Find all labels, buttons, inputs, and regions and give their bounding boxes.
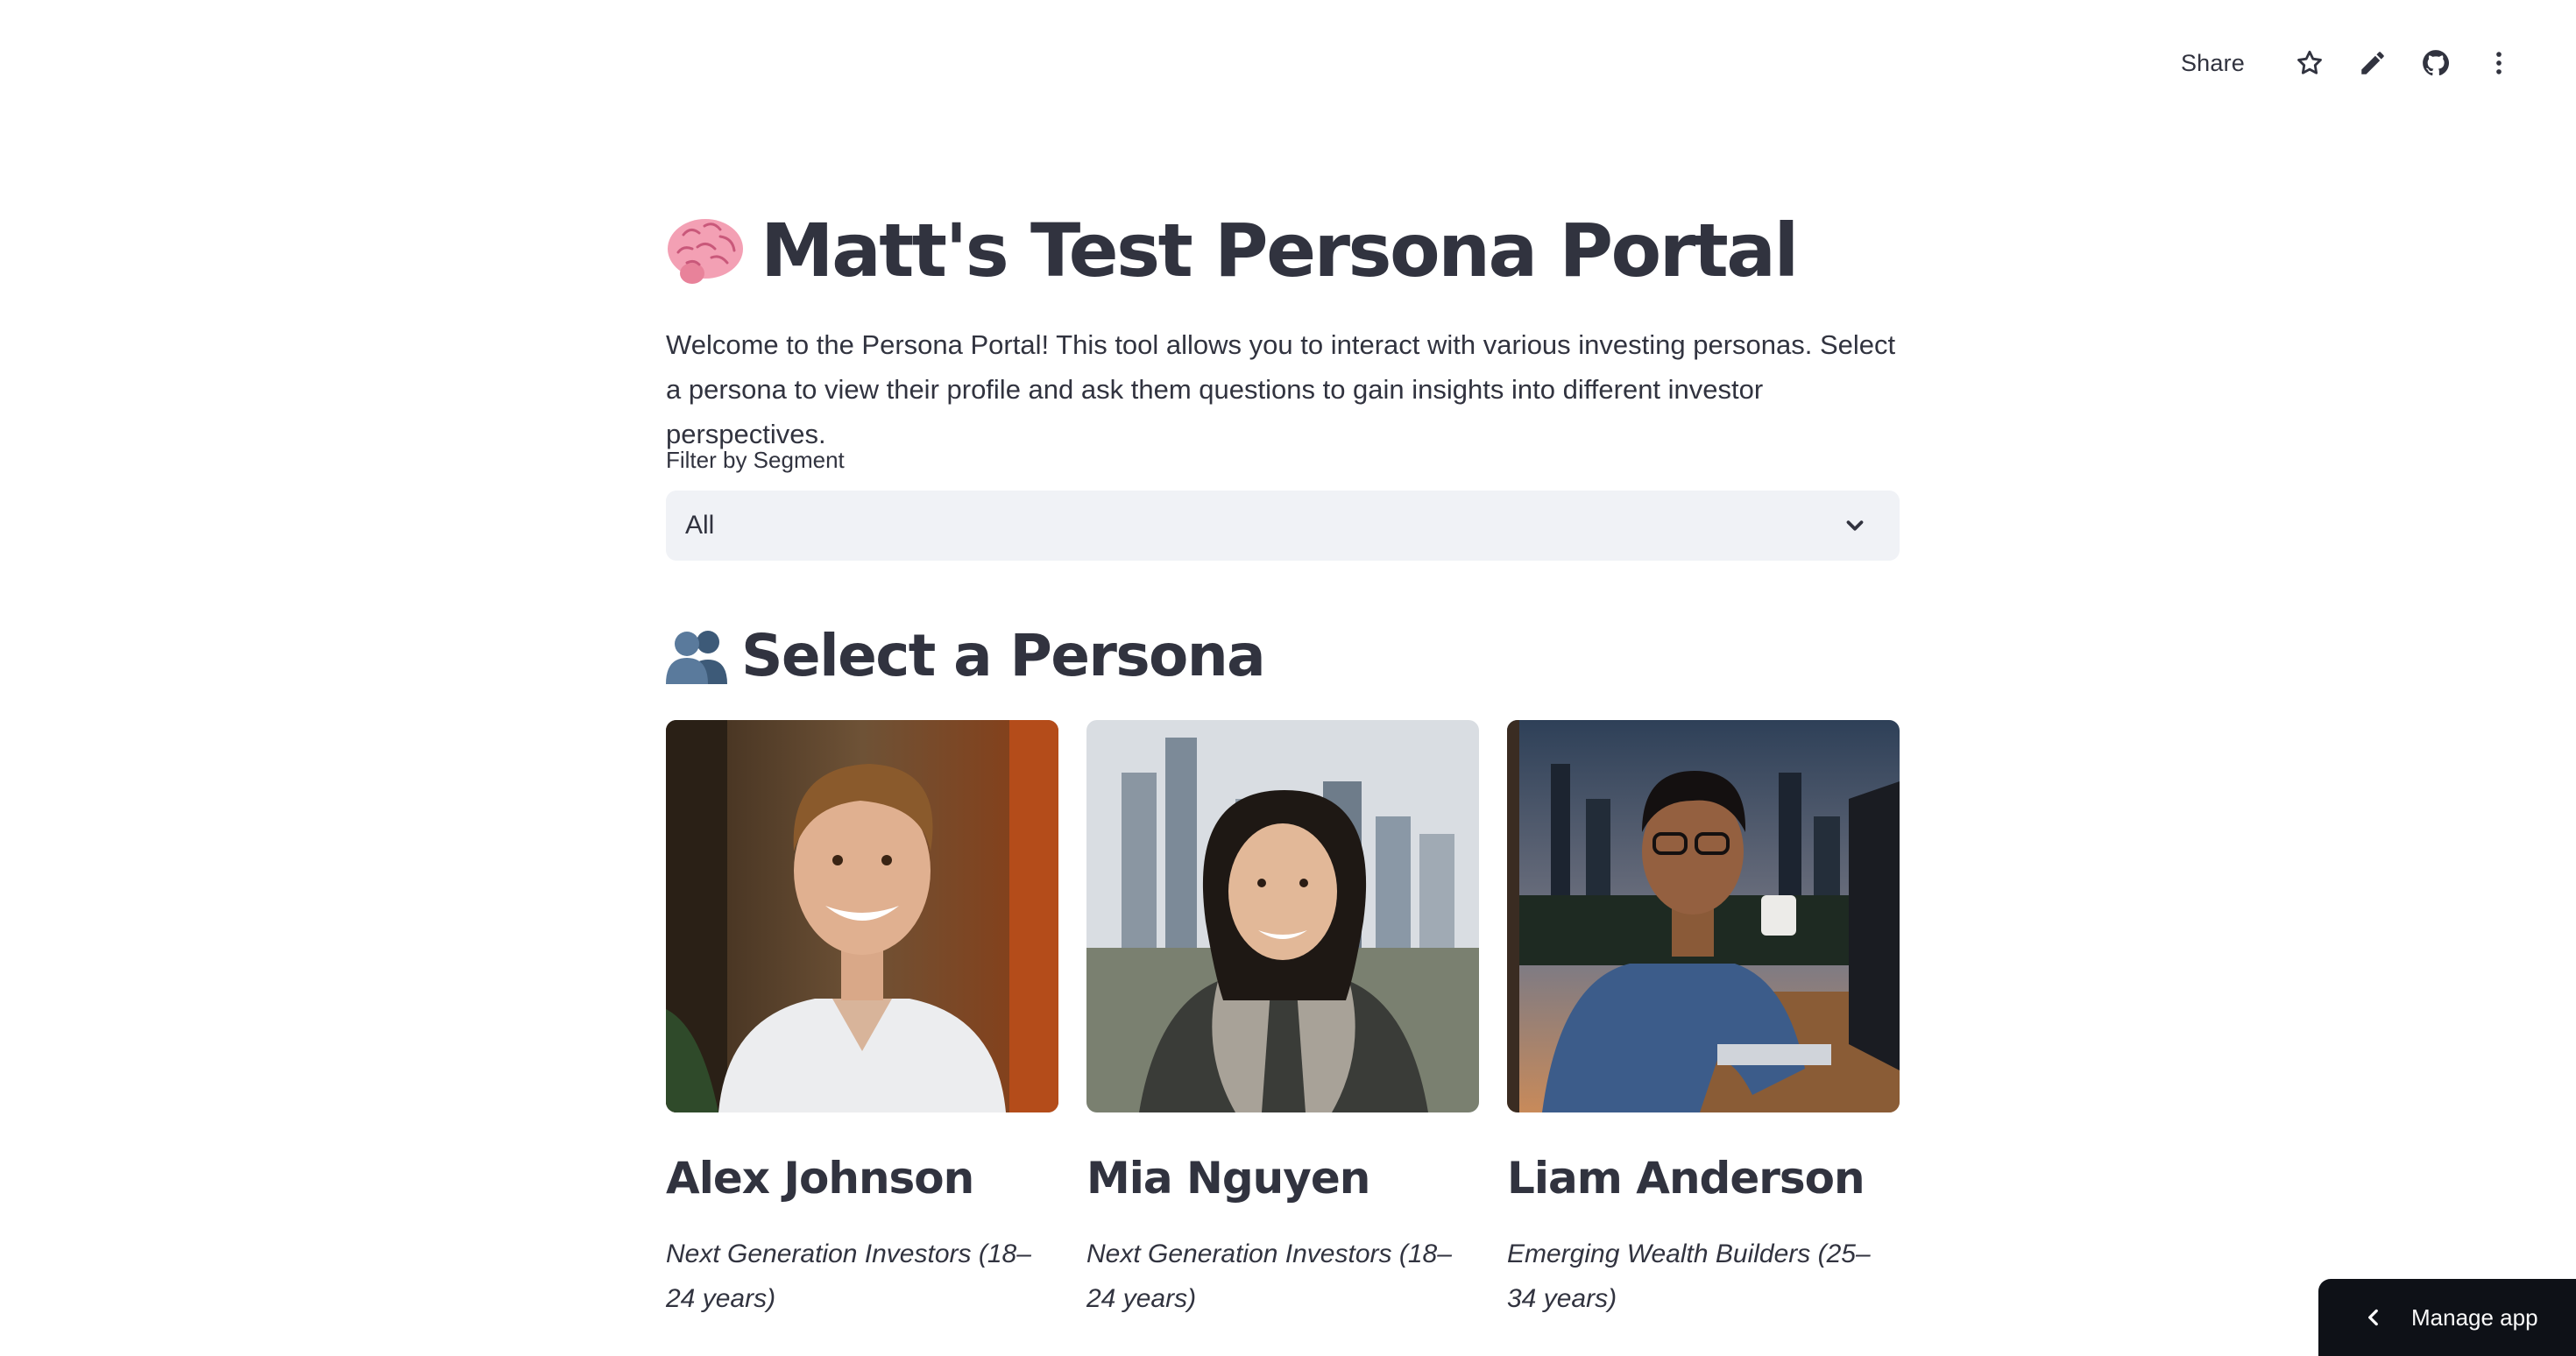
top-toolbar: Share xyxy=(2181,39,2530,88)
persona-name: Liam Anderson xyxy=(1507,1153,1865,1204)
segment-filter-value: All xyxy=(685,511,715,540)
page-title: Matt's Test Persona Portal xyxy=(761,208,1799,293)
persona-photo[interactable] xyxy=(1507,720,1900,1112)
persona-segment: Next Generation Investors (18–24 years) xyxy=(1086,1239,1452,1313)
section-header: Select a Persona xyxy=(666,613,1266,697)
page-header: Matt's Test Persona Portal xyxy=(666,207,1799,294)
persona-name: Mia Nguyen xyxy=(1086,1153,1370,1204)
chevron-down-icon xyxy=(1846,520,1864,531)
manage-app-button[interactable]: Manage app xyxy=(2318,1279,2576,1356)
persona-segment: Next Generation Investors (18–24 years) xyxy=(666,1239,1031,1313)
share-button[interactable]: Share xyxy=(2181,50,2245,77)
persona-card: Alex Johnson Next Generation Investors (… xyxy=(666,720,1058,1321)
persona-photo[interactable] xyxy=(666,720,1058,1112)
persona-card: Mia Nguyen Next Generation Investors (18… xyxy=(1086,720,1479,1321)
manage-app-label: Manage app xyxy=(2411,1303,2538,1331)
star-icon[interactable] xyxy=(2278,39,2341,88)
section-title: Select a Persona xyxy=(741,621,1266,689)
more-vertical-icon[interactable] xyxy=(2467,39,2530,88)
intro-text: Welcome to the Persona Portal! This tool… xyxy=(666,329,1896,449)
people-emoji-icon xyxy=(666,631,727,684)
chevron-left-icon xyxy=(2368,1309,2378,1326)
segment-filter-select[interactable]: All xyxy=(666,491,1900,561)
persona-name: Alex Johnson xyxy=(666,1153,974,1204)
github-icon[interactable] xyxy=(2404,39,2467,88)
persona-grid: Alex Johnson Next Generation Investors (… xyxy=(666,720,1900,1321)
persona-card: Liam Anderson Emerging Wealth Builders (… xyxy=(1507,720,1900,1321)
filter-label: Filter by Segment xyxy=(666,447,845,473)
pencil-icon[interactable] xyxy=(2341,39,2404,88)
persona-segment: Emerging Wealth Builders (25–34 years) xyxy=(1507,1239,1871,1313)
persona-photo[interactable] xyxy=(1086,720,1479,1112)
brain-emoji-icon xyxy=(668,219,743,284)
